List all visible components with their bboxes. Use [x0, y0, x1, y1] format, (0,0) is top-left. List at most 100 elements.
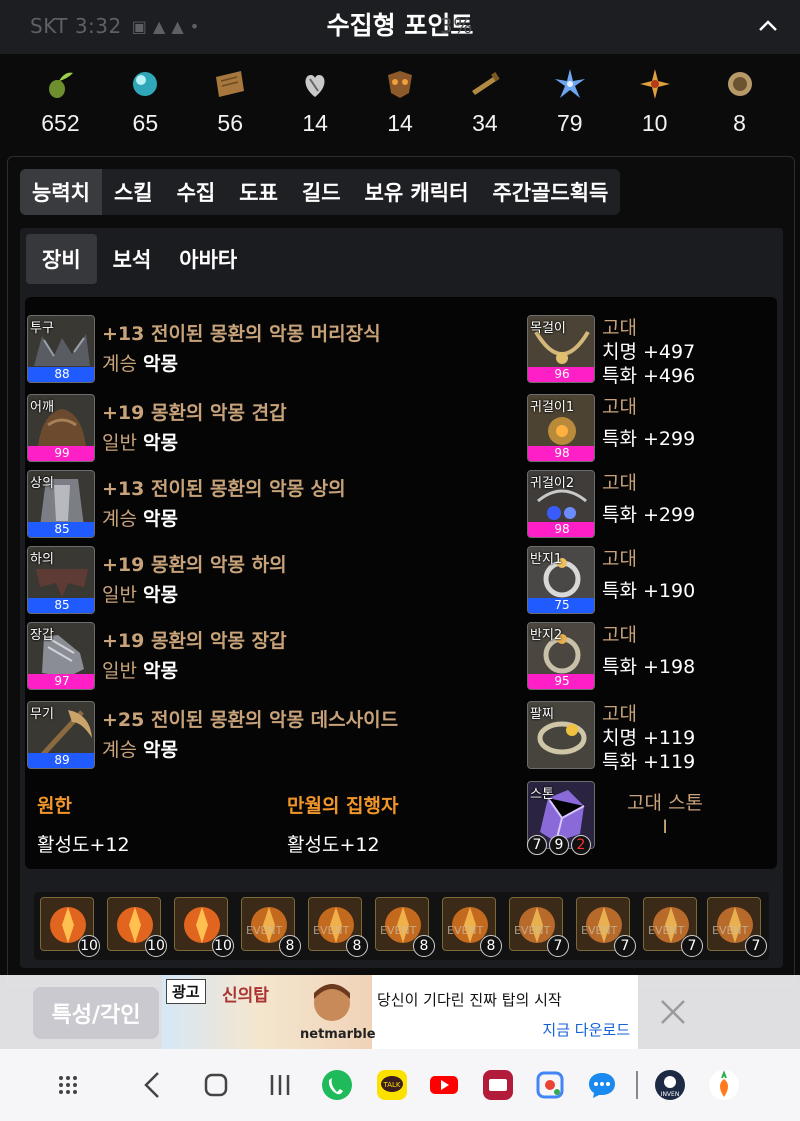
- point-item[interactable]: 10: [612, 60, 697, 148]
- item-name: +19 몽환의 악몽 장갑: [102, 630, 287, 652]
- stone-badges: 7 9 2: [527, 835, 591, 855]
- quality-bar: 75: [528, 598, 594, 613]
- point-item[interactable]: 65: [103, 60, 188, 148]
- accessory-stat: 특화 +119: [602, 751, 696, 773]
- gem-level: 8: [279, 935, 301, 957]
- camera-lens-icon[interactable]: [532, 1067, 568, 1103]
- gem-level: 8: [480, 935, 502, 957]
- item-thumbnail: 귀걸이2 98: [527, 470, 595, 538]
- youtube-icon[interactable]: [426, 1067, 462, 1103]
- item-name: +13 전이된 몽환의 악몽 상의: [102, 478, 346, 500]
- item-tier-type: 일반: [102, 660, 137, 682]
- equipment-item-bottom[interactable]: 하의 85 +19 몽환의 악몽 하의 일반 악몽: [27, 546, 507, 616]
- equipment-item-weapon[interactable]: 무기 89 +25 전이된 몽환의 악몽 데스사이드 계승 악몽: [27, 701, 507, 771]
- apps-grid-icon[interactable]: [50, 1067, 86, 1103]
- item-tier: 계승 악몽: [102, 349, 178, 376]
- ad-download-link[interactable]: 지금 다운로드: [542, 1019, 630, 1040]
- slot-label: 무기: [30, 707, 54, 722]
- subtab-avatar[interactable]: 아바타: [167, 234, 249, 284]
- accessory-necklace[interactable]: 목걸이 96 고대 치명 +497 특화 +496: [527, 315, 767, 387]
- stone-level: I: [662, 816, 668, 838]
- gem-item[interactable]: EVENT 8: [375, 897, 435, 957]
- accessory-bracelet[interactable]: 팔찌 고대 치명 +119 특화 +119: [527, 701, 767, 773]
- slot-label: 반지1: [530, 552, 563, 567]
- main-tabs: 능력치 스킬 수집 도표 길드 보유 캐릭터 주간골드획득: [20, 169, 621, 215]
- gem-item[interactable]: EVENT 8: [241, 897, 301, 957]
- gem-item[interactable]: EVENT 7: [509, 897, 569, 957]
- collection-points-row: 652 65 56 14 14 34 79 10 8: [18, 60, 782, 148]
- item-thumbnail: 장갑 97: [27, 622, 95, 690]
- equipment-item-shoulder[interactable]: 어깨 99 +19 몽환의 악몽 견갑 일반 악몽: [27, 394, 507, 464]
- inven-icon[interactable]: INVEN: [652, 1067, 688, 1103]
- item-set: 악몽: [143, 508, 178, 530]
- point-item[interactable]: 56: [188, 60, 273, 148]
- point-item[interactable]: 79: [527, 60, 612, 148]
- subtab-equipment[interactable]: 장비: [26, 234, 97, 284]
- item-thumbnail: 팔찌: [527, 701, 595, 769]
- ad-close-button[interactable]: [656, 995, 690, 1029]
- gem-level: 7: [681, 935, 703, 957]
- gem-item[interactable]: 10: [107, 897, 167, 957]
- home-icon[interactable]: [198, 1067, 234, 1103]
- item-set: 악몽: [143, 660, 178, 682]
- gem-item[interactable]: EVENT 7: [707, 897, 767, 957]
- bus-icon[interactable]: [480, 1067, 516, 1103]
- kakaotalk-icon[interactable]: TALK: [374, 1067, 410, 1103]
- item-name: +19 몽환의 악몽 견갑: [102, 402, 287, 424]
- recents-icon[interactable]: [262, 1067, 298, 1103]
- slot-label: 상의: [30, 476, 54, 491]
- engraving-value: 활성도+12: [287, 834, 380, 856]
- gem-item[interactable]: EVENT 7: [576, 897, 636, 957]
- accessory-grade: 고대: [602, 317, 637, 339]
- point-item[interactable]: 14: [273, 60, 358, 148]
- tab-owned-characters[interactable]: 보유 캐릭터: [353, 169, 481, 215]
- ad-logo: 신의탑: [222, 986, 269, 1006]
- carrot-icon[interactable]: [706, 1067, 742, 1103]
- event-label: EVENT: [246, 924, 283, 937]
- gem-item[interactable]: 10: [174, 897, 234, 957]
- phone-icon[interactable]: [319, 1067, 355, 1103]
- accessory-earring-2[interactable]: 귀걸이2 98 고대 특화 +299: [527, 470, 767, 540]
- tab-weekly-gold[interactable]: 주간골드획득: [480, 169, 620, 215]
- item-tier: 일반 악몽: [102, 580, 178, 607]
- accessory-ring-1[interactable]: 반지1 75 고대 특화 +190: [527, 546, 767, 616]
- accessory-stat: 치명 +119: [602, 727, 696, 749]
- equipment-item-helmet[interactable]: 투구 88 +13 전이된 몽환의 악몽 머리장식 계승 악몽: [27, 315, 507, 385]
- heart-icon: [295, 64, 335, 104]
- tab-skills[interactable]: 스킬: [102, 169, 165, 215]
- point-item[interactable]: 34: [442, 60, 527, 148]
- accessory-earring-1[interactable]: 귀걸이1 98 고대 특화 +299: [527, 394, 767, 464]
- equipment-item-gloves[interactable]: 장갑 97 +19 몽환의 악몽 장갑 일반 악몽: [27, 622, 507, 692]
- gem-item[interactable]: EVENT 8: [308, 897, 368, 957]
- point-item[interactable]: 652: [18, 60, 103, 148]
- mask-icon: [380, 64, 420, 104]
- item-thumbnail: 반지1 75: [527, 546, 595, 614]
- point-item[interactable]: 8: [697, 60, 782, 148]
- gem-level: 7: [614, 935, 636, 957]
- item-tier: 계승 악몽: [102, 504, 178, 531]
- tab-chart[interactable]: 도표: [227, 169, 290, 215]
- slot-label: 투구: [30, 321, 54, 336]
- messages-icon[interactable]: [584, 1067, 620, 1103]
- ad-banner[interactable]: 신의탑 netmarble 광고 당신이 기다린 진짜 탑의 시작 지금 다운로…: [162, 975, 638, 1049]
- accessory-ring-2[interactable]: 반지2 95 고대 특화 +198: [527, 622, 767, 692]
- point-value: 65: [132, 110, 159, 136]
- accessory-grade: 고대: [602, 624, 637, 646]
- collapse-button[interactable]: [748, 6, 788, 46]
- item-set: 악몽: [143, 739, 178, 761]
- gem-item[interactable]: EVENT 7: [643, 897, 703, 957]
- tab-traits-engravings[interactable]: 특성/각인: [33, 987, 159, 1039]
- tab-stats[interactable]: 능력치: [20, 169, 102, 215]
- equipment-item-top[interactable]: 상의 85 +13 전이된 몽환의 악몽 상의 계승 악몽: [27, 470, 507, 540]
- tab-collection[interactable]: 수집: [165, 169, 228, 215]
- point-item[interactable]: 14: [358, 60, 443, 148]
- event-label: EVENT: [514, 924, 551, 937]
- slot-label: 장갑: [30, 628, 54, 643]
- back-icon[interactable]: [136, 1067, 172, 1103]
- tab-guild[interactable]: 길드: [290, 169, 353, 215]
- gem-item[interactable]: EVENT 8: [442, 897, 502, 957]
- gem-item[interactable]: 10: [40, 897, 100, 957]
- event-label: EVENT: [648, 924, 685, 937]
- subtab-gems[interactable]: 보석: [101, 234, 164, 284]
- character-panel: 능력치 스킬 수집 도표 길드 보유 캐릭터 주간골드획득 장비 보석 아바타 …: [7, 156, 795, 986]
